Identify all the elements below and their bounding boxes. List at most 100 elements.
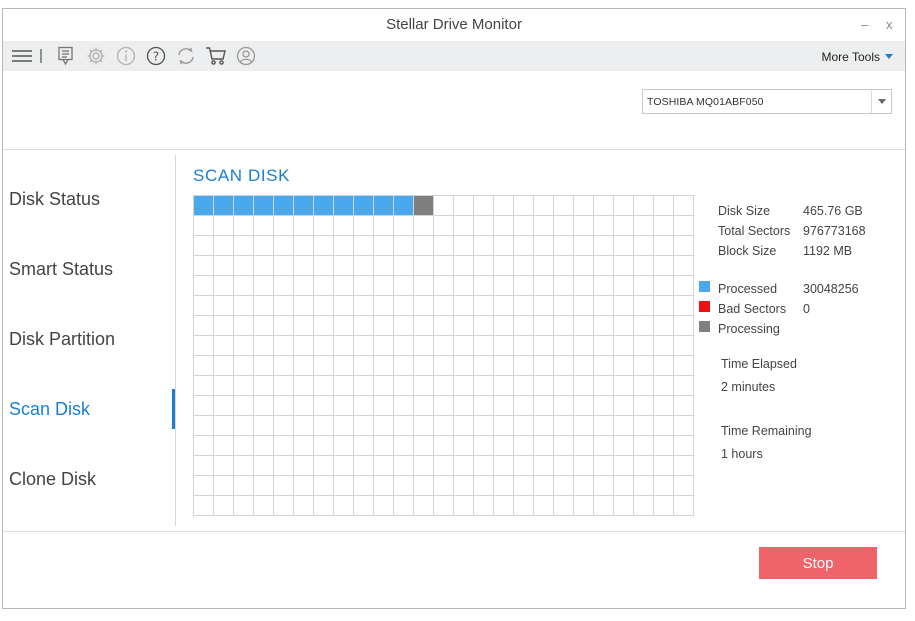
scan-block xyxy=(634,336,654,356)
refresh-icon[interactable] xyxy=(175,45,197,67)
scan-block xyxy=(354,396,374,416)
scan-block xyxy=(194,456,214,476)
scan-block xyxy=(194,396,214,416)
scan-block xyxy=(294,456,314,476)
scan-block xyxy=(354,196,374,216)
scan-block xyxy=(374,476,394,496)
scan-block xyxy=(554,276,574,296)
disk-size-value: 465.76 GB xyxy=(803,204,863,218)
scan-block xyxy=(394,296,414,316)
scan-block xyxy=(334,376,354,396)
processing-label: Processing xyxy=(718,322,780,336)
scan-block xyxy=(414,456,434,476)
scan-block xyxy=(394,216,414,236)
report-icon[interactable] xyxy=(55,45,77,67)
scan-block xyxy=(494,456,514,476)
scan-block xyxy=(334,476,354,496)
total-sectors-label: Total Sectors xyxy=(718,224,791,238)
scan-block xyxy=(214,376,234,396)
scan-block xyxy=(214,396,234,416)
scan-block xyxy=(614,316,634,336)
scan-block xyxy=(494,396,514,416)
scan-block xyxy=(334,316,354,336)
scan-block xyxy=(314,296,334,316)
info-icon[interactable] xyxy=(115,45,137,67)
scan-block xyxy=(614,396,634,416)
scan-block xyxy=(614,416,634,436)
scan-block xyxy=(614,256,634,276)
bad-sectors-label: Bad Sectors xyxy=(718,302,787,316)
scan-block xyxy=(574,416,594,436)
sidebar-item-clone-disk[interactable]: Clone Disk xyxy=(9,469,96,490)
scan-block xyxy=(194,236,214,256)
scan-block xyxy=(334,256,354,276)
scan-block xyxy=(574,476,594,496)
more-tools-menu[interactable]: More Tools xyxy=(822,50,893,64)
scan-block xyxy=(194,336,214,356)
menu-icon[interactable] xyxy=(11,45,33,67)
scan-block xyxy=(514,396,534,416)
scan-block xyxy=(474,196,494,216)
scan-block xyxy=(594,476,614,496)
scan-block xyxy=(574,256,594,276)
scan-block xyxy=(474,256,494,276)
scan-block xyxy=(514,276,534,296)
scan-block xyxy=(314,316,334,336)
scan-block xyxy=(554,496,574,516)
scan-block xyxy=(454,436,474,456)
scan-block xyxy=(234,196,254,216)
scan-block xyxy=(414,476,434,496)
scan-block xyxy=(474,316,494,336)
close-button[interactable]: x xyxy=(886,17,893,32)
scan-block xyxy=(594,256,614,276)
scan-block xyxy=(614,376,634,396)
scan-block xyxy=(514,356,534,376)
scan-block xyxy=(354,356,374,376)
scan-block xyxy=(374,216,394,236)
scan-block xyxy=(274,216,294,236)
scan-block xyxy=(554,196,574,216)
minimize-button[interactable]: – xyxy=(861,17,868,32)
scan-block xyxy=(214,316,234,336)
scan-block xyxy=(474,336,494,356)
scan-block xyxy=(434,456,454,476)
sidebar-item-scan-disk[interactable]: Scan Disk xyxy=(9,399,90,420)
sidebar-item-disk-status[interactable]: Disk Status xyxy=(9,189,100,210)
scan-block xyxy=(214,216,234,236)
scan-block xyxy=(294,196,314,216)
scan-block xyxy=(634,416,654,436)
scan-block xyxy=(354,476,374,496)
help-icon[interactable]: ? xyxy=(145,45,167,67)
scan-block xyxy=(614,436,634,456)
block-size-value: 1192 MB xyxy=(803,244,853,258)
scan-block xyxy=(394,456,414,476)
scan-block xyxy=(614,216,634,236)
stop-button[interactable]: Stop xyxy=(759,547,877,579)
scan-block xyxy=(434,236,454,256)
scan-block xyxy=(474,416,494,436)
scan-block xyxy=(294,436,314,456)
scan-block xyxy=(594,216,614,236)
scan-block xyxy=(394,376,414,396)
scan-block xyxy=(294,336,314,356)
cart-icon[interactable] xyxy=(205,45,227,67)
scan-block xyxy=(574,276,594,296)
scan-block xyxy=(574,196,594,216)
scan-block xyxy=(554,456,574,476)
scan-block xyxy=(674,196,694,216)
scan-block xyxy=(494,336,514,356)
disk-select[interactable]: TOSHIBA MQ01ABF050 xyxy=(642,89,892,114)
settings-icon[interactable] xyxy=(85,45,107,67)
scan-block xyxy=(534,476,554,496)
scan-block xyxy=(274,496,294,516)
scan-block xyxy=(494,376,514,396)
sidebar-item-disk-partition[interactable]: Disk Partition xyxy=(9,329,115,350)
chevron-down-icon[interactable] xyxy=(871,90,891,113)
account-icon[interactable] xyxy=(235,45,257,67)
scan-block xyxy=(374,396,394,416)
scan-block xyxy=(554,396,574,416)
sidebar-item-smart-status[interactable]: Smart Status xyxy=(9,259,113,280)
scan-block xyxy=(634,356,654,376)
scan-block xyxy=(314,456,334,476)
scan-block xyxy=(534,216,554,236)
